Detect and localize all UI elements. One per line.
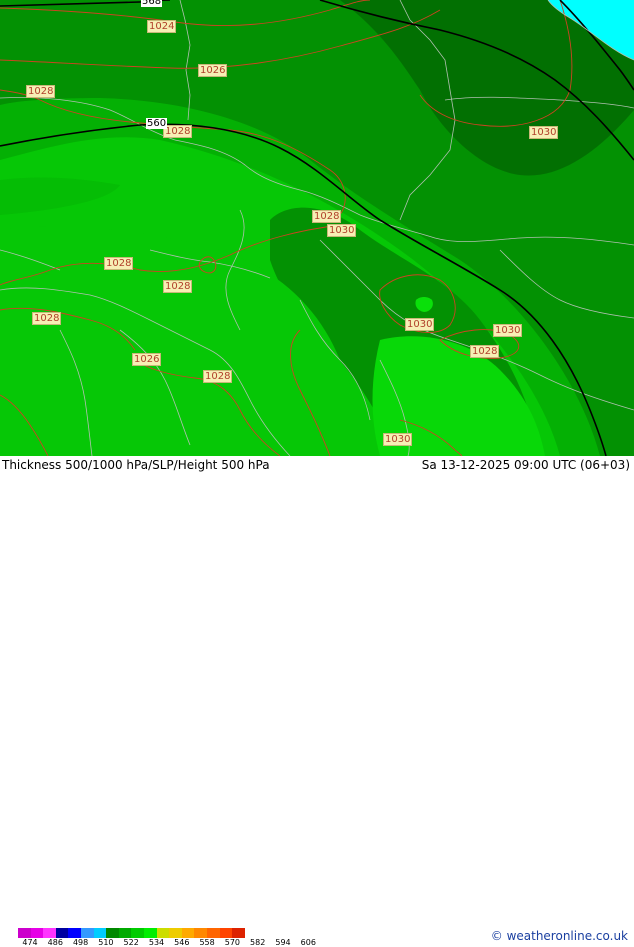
- pressure-label: 1030: [529, 126, 559, 139]
- map-title: Thickness 500/1000 hPa/SLP/Height 500 hP…: [2, 458, 270, 472]
- pressure-label: 1028: [312, 210, 342, 223]
- pressure-label: 1024: [147, 20, 177, 33]
- legend-swatch: [181, 928, 195, 938]
- legend-tick-label: 570: [224, 938, 241, 947]
- pressure-label: 1026: [198, 64, 228, 77]
- legend-tick-label: 558: [199, 938, 215, 947]
- pressure-label: 1028: [203, 370, 233, 383]
- legend-swatch: [18, 928, 31, 938]
- legend-swatch: [106, 928, 119, 938]
- pressure-label: 1028: [26, 85, 56, 98]
- legend-swatch: [156, 928, 170, 938]
- map-canvas: [0, 0, 634, 456]
- pressure-label: 1026: [132, 353, 162, 366]
- legend-tick-label: 582: [250, 938, 266, 947]
- legend-swatch: [80, 928, 94, 938]
- legend-swatch: [206, 928, 220, 938]
- legend-swatch: [55, 928, 69, 938]
- legend-swatch: [118, 928, 132, 938]
- legend-tick-label: 474: [22, 938, 38, 947]
- legend-swatch: [43, 928, 56, 938]
- color-legend: [18, 928, 245, 938]
- pressure-label: 1030: [383, 433, 413, 446]
- legend-swatch: [169, 928, 182, 938]
- legend-swatch: [131, 928, 144, 938]
- legend-swatch: [194, 928, 207, 938]
- pressure-label: 1028: [163, 280, 193, 293]
- pressure-label: 1028: [163, 125, 193, 138]
- legend-swatch: [68, 928, 81, 938]
- legend-tick-label: 498: [72, 938, 89, 947]
- height-label: 568: [141, 0, 163, 7]
- height-label: 560: [146, 118, 168, 129]
- legend-tick-label: 510: [98, 938, 114, 947]
- pressure-label: 1028: [470, 345, 500, 358]
- map-datetime: Sa 13-12-2025 09:00 UTC (06+03): [421, 458, 630, 472]
- legend-tick-label: 486: [47, 938, 63, 947]
- pressure-label: 1030: [327, 224, 357, 237]
- pressure-label: 1028: [32, 312, 62, 325]
- copyright-link[interactable]: © weatheronline.co.uk: [491, 929, 628, 943]
- legend-swatch: [232, 928, 245, 938]
- legend-swatch: [93, 928, 107, 938]
- legend-swatch: [30, 928, 44, 938]
- map-footer: Thickness 500/1000 hPa/SLP/Height 500 hP…: [0, 456, 634, 947]
- legend-tick-label: 606: [300, 938, 316, 947]
- legend-tick-label: 594: [275, 938, 291, 947]
- legend-tick-label: 546: [174, 938, 190, 947]
- legend-swatch: [219, 928, 233, 938]
- pressure-label: 1028: [104, 257, 134, 270]
- thickness-band-552-w: [0, 177, 120, 215]
- weather-map: 1024 1026 1028 1028 1030 1028 1030 1028 …: [0, 0, 634, 456]
- legend-swatch: [143, 928, 157, 938]
- legend-tick-label: 522: [123, 938, 139, 947]
- pressure-label: 1030: [493, 324, 523, 337]
- pressure-label: 1030: [405, 318, 435, 331]
- legend-tick-label: 534: [148, 938, 165, 947]
